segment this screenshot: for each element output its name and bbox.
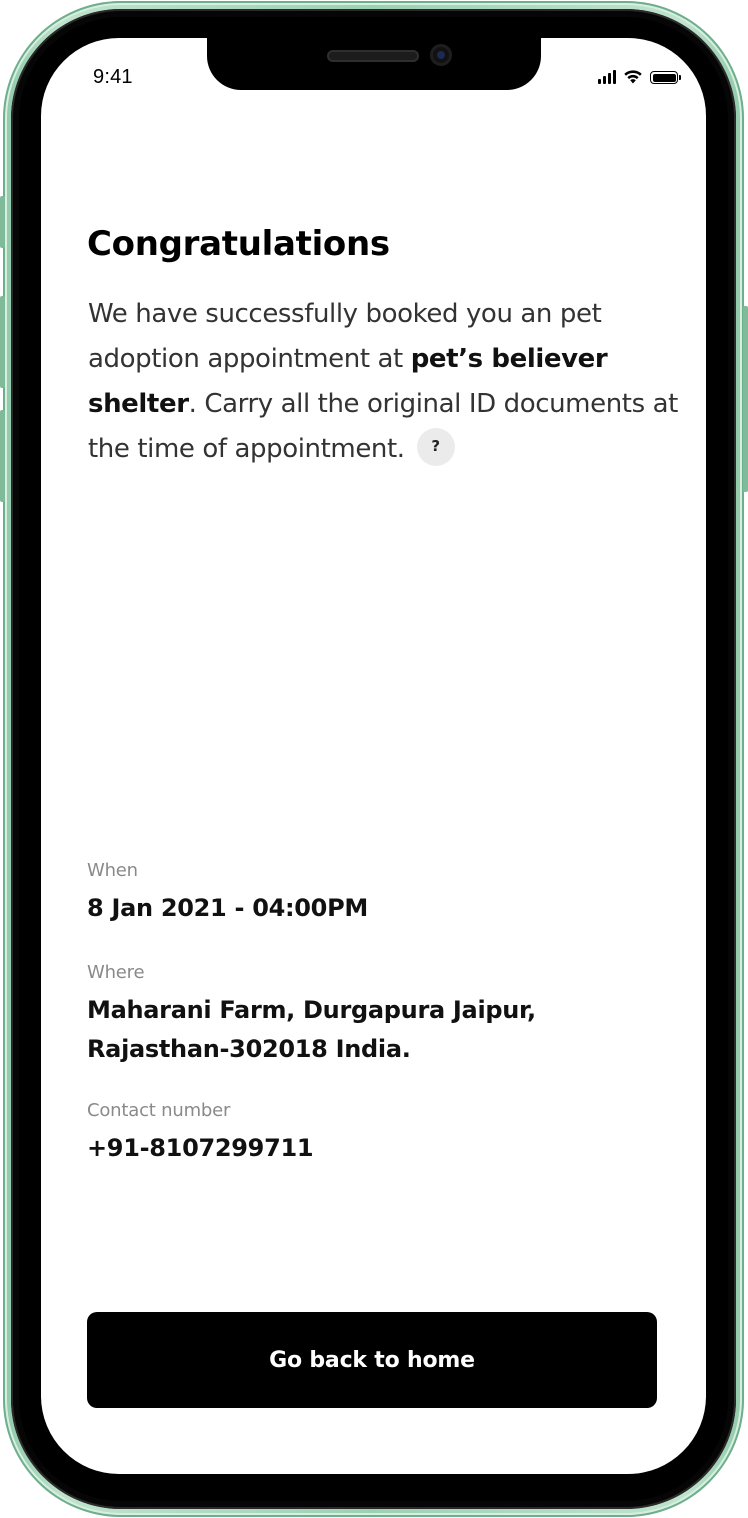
notch	[207, 38, 541, 90]
page-title: Congratulations	[87, 224, 390, 264]
cellular-signal-icon	[598, 70, 616, 84]
confirmation-message: We have successfully booked you an pet a…	[88, 292, 678, 472]
screen: 9:41 Congratulations We have successfull…	[41, 38, 706, 1474]
where-address-line1: Maharani Farm, Durgapura Jaipur,	[87, 996, 536, 1024]
volume-up-button	[0, 296, 5, 388]
when-value: 8 Jan 2021 - 04:00PM	[87, 894, 368, 922]
appointment-where: Where Maharani Farm, Durgapura Jaipur, Ra…	[87, 962, 667, 1069]
power-button	[743, 306, 748, 492]
appointment-when: When 8 Jan 2021 - 04:00PM	[87, 860, 667, 928]
status-time: 9:41	[93, 66, 133, 88]
where-label: Where	[87, 962, 145, 983]
appointment-contact: Contact number +91-8107299711	[87, 1100, 667, 1168]
status-icons	[598, 68, 681, 84]
contact-value: +91-8107299711	[87, 1134, 314, 1162]
help-icon[interactable]: ?	[416, 427, 455, 466]
where-value: Maharani Farm, Durgapura Jaipur, Rajastha…	[87, 991, 667, 1069]
phone-frame: 9:41 Congratulations We have successfull…	[0, 0, 748, 1518]
front-camera-icon	[430, 44, 452, 66]
mute-switch	[0, 196, 5, 248]
volume-down-button	[0, 410, 5, 502]
when-label: When	[87, 860, 138, 881]
go-back-home-button[interactable]: Go back to home	[87, 1312, 657, 1408]
wifi-icon	[624, 70, 642, 84]
battery-icon	[650, 71, 681, 84]
where-address-line2: Rajasthan-302018 India.	[87, 1035, 411, 1063]
contact-label: Contact number	[87, 1100, 231, 1121]
speaker-grille	[327, 50, 419, 62]
